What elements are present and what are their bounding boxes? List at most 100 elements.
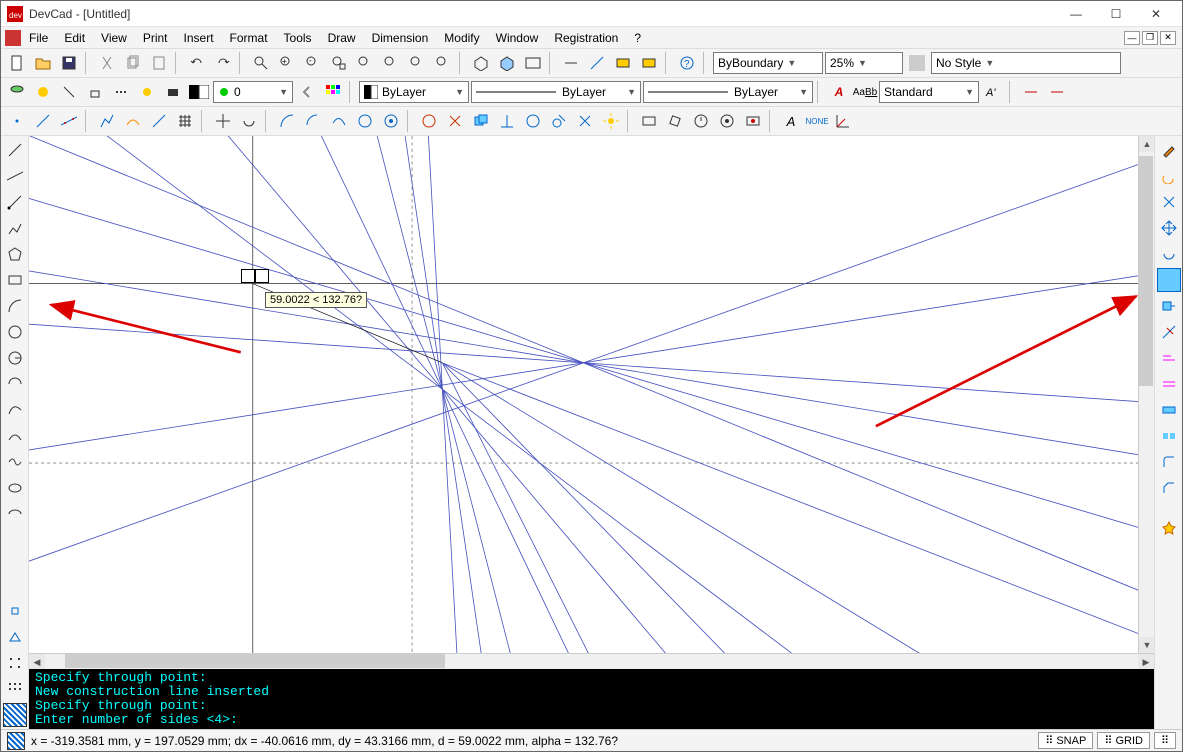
bulb-icon[interactable] [31, 81, 55, 103]
snap-toggle[interactable]: ⠿ SNAP [1038, 732, 1093, 749]
point-button[interactable] [5, 109, 29, 133]
rect-rot-button[interactable] [663, 109, 687, 133]
dimstyle2-button[interactable] [1045, 80, 1069, 104]
textstyle-aabb-button[interactable]: AaBb [853, 80, 877, 104]
command-line[interactable]: Specify through point: New construction … [29, 669, 1154, 729]
vt-ray[interactable] [3, 190, 27, 214]
undo-button[interactable] [185, 51, 209, 75]
mdi-close[interactable]: ✕ [1160, 31, 1176, 45]
layer-manager-button[interactable] [5, 80, 29, 104]
arc3-button[interactable] [327, 109, 351, 133]
x2-button[interactable] [573, 109, 597, 133]
measure-button[interactable] [585, 51, 609, 75]
status-extra[interactable]: ⠿ [1154, 732, 1176, 749]
help-button[interactable]: ? [675, 51, 699, 75]
zoom-out-button[interactable]: - [301, 51, 325, 75]
rt-move[interactable] [1157, 216, 1181, 240]
perp-button[interactable] [495, 109, 519, 133]
vt-polyline[interactable] [3, 216, 27, 240]
mdi-minimize[interactable]: — [1124, 31, 1140, 45]
menu-window[interactable]: Window [488, 29, 547, 47]
v-scrollbar[interactable]: ▲ ▼ [1138, 136, 1154, 653]
ray-button[interactable] [147, 109, 171, 133]
3d-view-button[interactable] [469, 51, 493, 75]
rotate-button[interactable] [237, 109, 261, 133]
menu-insert[interactable]: Insert [176, 29, 222, 47]
dotted-icon[interactable] [109, 81, 133, 103]
sun-button[interactable] [599, 109, 623, 133]
color-palette-button[interactable] [321, 80, 345, 104]
vt-polygon[interactable] [3, 242, 27, 266]
vt-line[interactable] [3, 138, 27, 162]
color-swatch[interactable] [187, 81, 211, 103]
close-button[interactable]: ✕ [1136, 2, 1176, 26]
text-edit-button[interactable]: A' [981, 80, 1005, 104]
lock-icon[interactable] [83, 81, 107, 103]
redo-button[interactable] [211, 51, 235, 75]
paste-button[interactable] [147, 51, 171, 75]
rt-break[interactable] [1157, 398, 1181, 422]
hatch-style-button[interactable] [905, 51, 929, 75]
new-button[interactable] [5, 51, 29, 75]
vt-circle2[interactable] [3, 346, 27, 370]
style-combo[interactable]: No Style▼ [931, 52, 1121, 74]
textstyle-combo[interactable]: Standard▼ [879, 81, 979, 103]
grid-button[interactable] [173, 109, 197, 133]
vt-circle[interactable] [3, 320, 27, 344]
vt-ellipse-arc[interactable] [3, 502, 27, 526]
rt-rotate2[interactable] [1157, 242, 1181, 266]
rt-explode[interactable] [1157, 516, 1181, 540]
rt-join[interactable] [1157, 424, 1181, 448]
vt-snap-end[interactable] [3, 599, 27, 623]
prev-button[interactable] [295, 80, 319, 104]
linetype-combo[interactable]: ByLayer▼ [471, 81, 641, 103]
rt-fillet[interactable] [1157, 450, 1181, 474]
menu-modify[interactable]: Modify [436, 29, 487, 47]
target-button[interactable] [715, 109, 739, 133]
region-button[interactable] [469, 109, 493, 133]
render-button[interactable] [495, 51, 519, 75]
rt-rotate[interactable] [1157, 164, 1181, 188]
move-button[interactable] [211, 109, 235, 133]
polyline-button[interactable] [95, 109, 119, 133]
zoom-window-button[interactable] [249, 51, 273, 75]
circle-button[interactable] [353, 109, 377, 133]
menu-dimension[interactable]: Dimension [364, 29, 437, 47]
vt-snap-grid[interactable] [3, 651, 27, 675]
copy-button[interactable] [121, 51, 145, 75]
menu-tools[interactable]: Tools [276, 29, 320, 47]
h-scrollbar[interactable]: ◀ ▶ [29, 653, 1154, 669]
menu-edit[interactable]: Edit [56, 29, 93, 47]
open-button[interactable] [31, 51, 55, 75]
circle3-button[interactable] [521, 109, 545, 133]
vt-snap-mid[interactable] [3, 625, 27, 649]
vt-arc2[interactable] [3, 372, 27, 396]
boundary-combo[interactable]: ByBoundary▼ [713, 52, 823, 74]
layer-color-combo[interactable]: ByLayer▼ [359, 81, 469, 103]
arc2-button[interactable] [301, 109, 325, 133]
zoom-all-button[interactable] [353, 51, 377, 75]
menu-help[interactable]: ? [626, 29, 649, 47]
dimension-button[interactable] [559, 51, 583, 75]
viewport-button[interactable] [521, 51, 545, 75]
menu-file[interactable]: File [21, 29, 56, 47]
arc-button[interactable] [275, 109, 299, 133]
app-menu-icon[interactable] [5, 30, 21, 46]
axis-button[interactable] [831, 109, 855, 133]
rt-brush[interactable] [1157, 138, 1181, 162]
layers-button[interactable] [637, 51, 661, 75]
menu-registration[interactable]: Registration [546, 29, 626, 47]
vt-hatch[interactable] [3, 703, 27, 727]
zoom-combo[interactable]: 25%▼ [825, 52, 903, 74]
rt-mirror[interactable] [1157, 190, 1181, 214]
zoom-extents-button[interactable] [327, 51, 351, 75]
pan-button[interactable] [431, 51, 455, 75]
vt-arc[interactable] [3, 294, 27, 318]
rect-button[interactable] [637, 109, 661, 133]
mdi-restore[interactable]: ❐ [1142, 31, 1158, 45]
vt-spline[interactable] [3, 424, 27, 448]
print-icon[interactable] [161, 81, 185, 103]
vt-xline[interactable] [3, 164, 27, 188]
menu-draw[interactable]: Draw [320, 29, 364, 47]
lineweight-combo[interactable]: ByLayer▼ [643, 81, 813, 103]
